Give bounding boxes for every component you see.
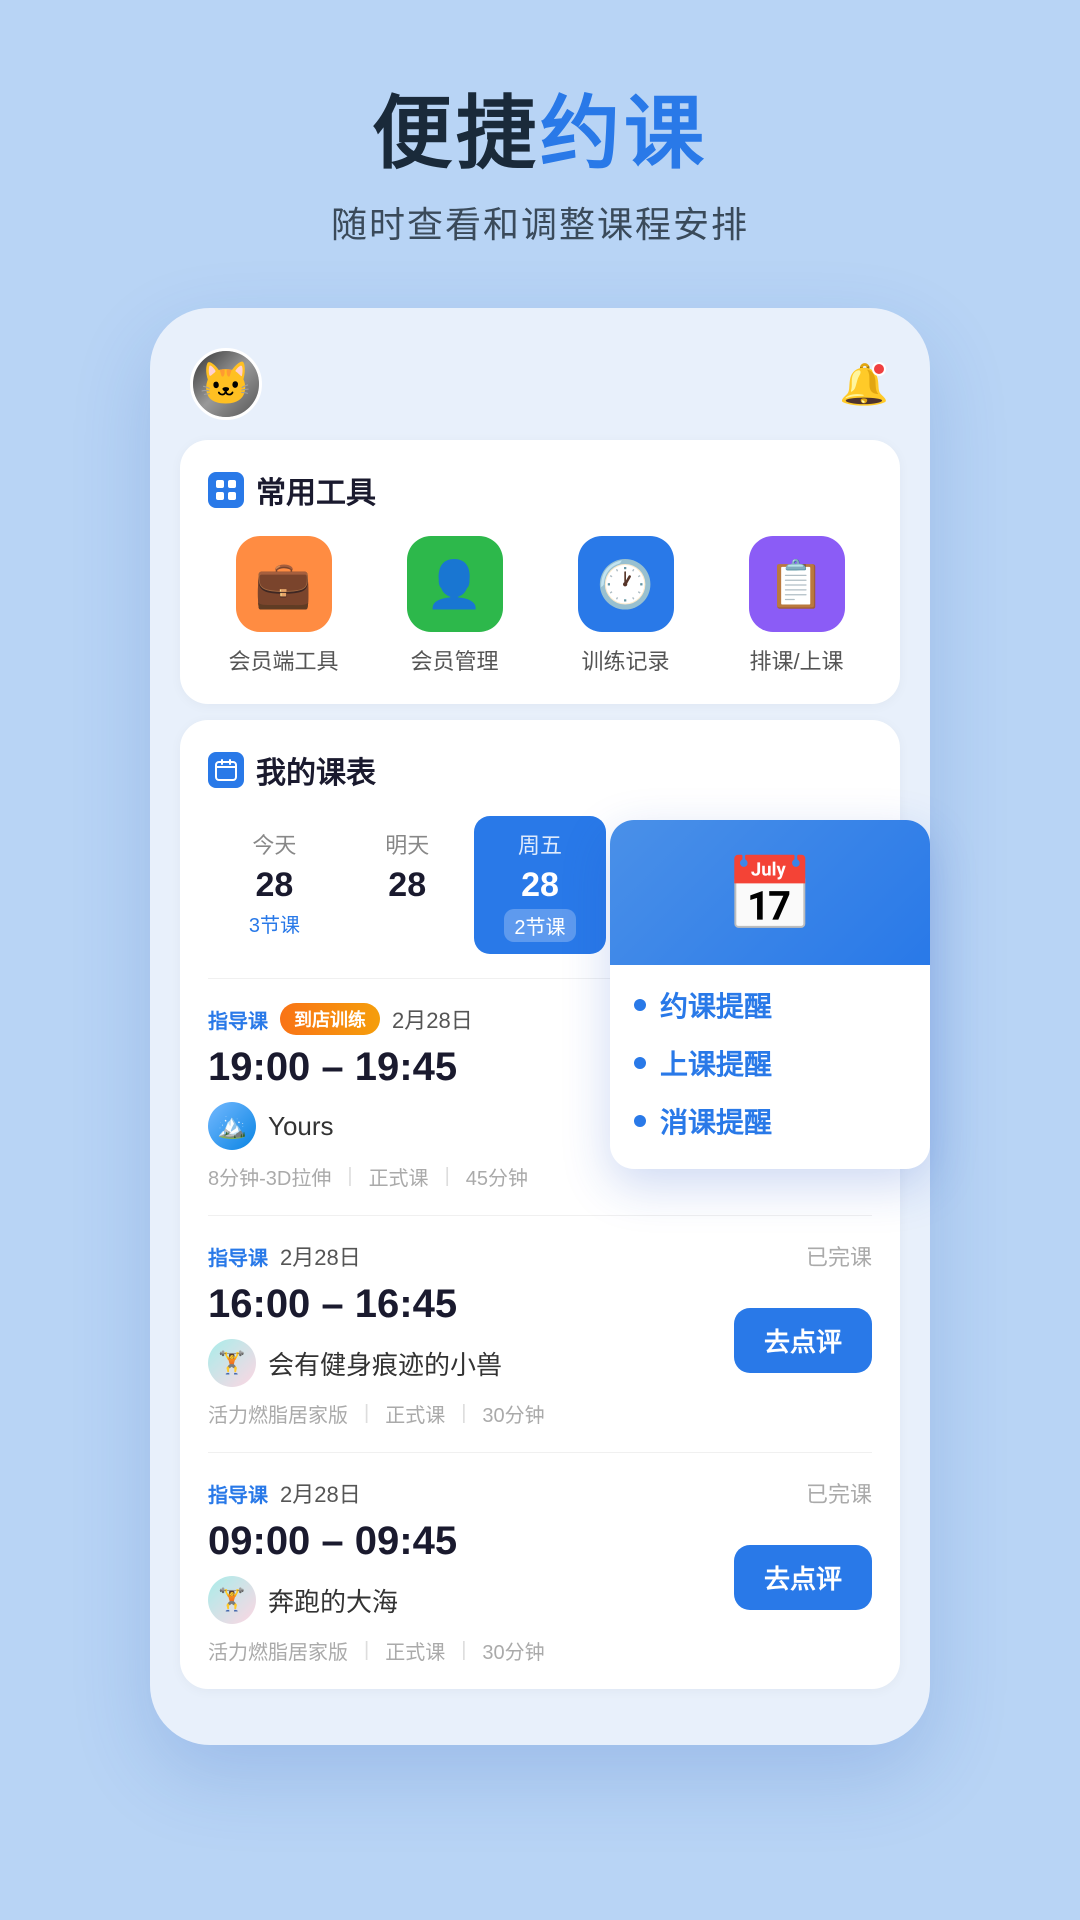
meta3-0: 45分钟 — [466, 1162, 528, 1191]
schedule-title-text: 我的课表 — [256, 748, 376, 792]
popup-item-text-0: 约课提醒 — [660, 985, 772, 1025]
review-button-1[interactable]: 去点评 — [734, 1308, 872, 1373]
lesson-item-1: 指导课 2月28日 已完课 16:00 – 16:45 🏋️ 会有健身痕迹的小兽 — [208, 1215, 872, 1452]
day-number-0: 28 — [214, 866, 335, 905]
trainer-avatar-0: 🏔️ — [208, 1102, 256, 1150]
popup-header: 📅 — [610, 820, 930, 965]
lesson-time-2: 09:00 – 09:45 — [208, 1519, 457, 1564]
popup-body: 约课提醒 上课提醒 消课提醒 — [610, 965, 930, 1169]
avatar-cat-icon — [193, 351, 259, 417]
title-part1: 便捷 — [372, 89, 540, 178]
bell-badge — [872, 362, 886, 376]
schedule-section-title: 我的课表 — [208, 748, 872, 792]
lesson-item-2: 指导课 2月28日 已完课 09:00 – 09:45 🏋️ 奔跑的大海 去点评 — [208, 1452, 872, 1689]
lesson-sub-tag-0: 到店训练 — [280, 1003, 380, 1035]
popup-item-0: 约课提醒 — [634, 985, 906, 1025]
lesson-date-0: 2月28日 — [392, 1003, 473, 1035]
tool-training-record[interactable]: 🕐 训练记录 — [550, 536, 701, 676]
day-item-2[interactable]: 周五 28 2节课 — [474, 816, 607, 954]
lesson-header-row-2: 指导课 2月28日 已完课 — [208, 1477, 872, 1509]
tool-schedule-class[interactable]: 📋 排课/上课 — [721, 536, 872, 676]
lesson-time-1: 16:00 – 16:45 — [208, 1282, 502, 1327]
tools-section-icon — [208, 472, 244, 508]
title-part2: 约课 — [540, 89, 708, 178]
day-number-1: 28 — [347, 866, 468, 905]
meta3-1: 30分钟 — [482, 1399, 544, 1428]
meta2-1: 正式课 — [385, 1399, 445, 1428]
lesson-meta-1: 活力燃脂居家版 | 正式课 | 30分钟 — [208, 1399, 872, 1428]
lesson-status-2: 已完课 — [806, 1477, 872, 1509]
tool-member-tool[interactable]: 💼 会员端工具 — [208, 536, 359, 676]
tool-icon-blue: 🕐 — [578, 536, 674, 632]
popup-calendar-icon: 📅 — [725, 852, 815, 937]
schedule-card: 我的课表 今天 28 3节课 明天 28 周五 28 2节课 — [180, 720, 900, 1689]
day-sessions-0: 3节课 — [214, 909, 335, 938]
tools-grid: 💼 会员端工具 👤 会员管理 🕐 训练记录 📋 排课/上课 — [208, 536, 872, 676]
lesson-header-left-1: 指导课 2月28日 — [208, 1240, 361, 1272]
tool-label-1: 会员管理 — [410, 644, 498, 676]
phone-topbar: 🔔 — [170, 338, 910, 440]
tool-label-2: 训练记录 — [581, 644, 669, 676]
popup-dot-0 — [634, 999, 646, 1011]
day-sessions-2: 2节课 — [504, 909, 575, 942]
trainer-avatar-1: 🏋️ — [208, 1339, 256, 1387]
meta2-0: 正式课 — [369, 1162, 429, 1191]
lesson-tag-guide-2: 指导课 — [208, 1479, 268, 1508]
header-title: 便捷约课 — [331, 90, 749, 178]
popup-dot-2 — [634, 1115, 646, 1127]
header-section: 便捷约课 随时查看和调整课程安排 — [331, 90, 749, 248]
tool-icon-green: 👤 — [407, 536, 503, 632]
trainer-name-0: Yours — [268, 1111, 334, 1142]
avatar[interactable] — [190, 348, 262, 420]
popup-card: 📅 约课提醒 上课提醒 消课提醒 — [610, 820, 930, 1169]
lesson-tag-guide-1: 指导课 — [208, 1242, 268, 1271]
popup-item-text-2: 消课提醒 — [660, 1101, 772, 1141]
day-item-1[interactable]: 明天 28 — [341, 816, 474, 954]
tool-icon-orange: 💼 — [236, 536, 332, 632]
popup-dot-1 — [634, 1057, 646, 1069]
meta1-1: 活力燃脂居家版 — [208, 1399, 348, 1428]
day-item-0[interactable]: 今天 28 3节课 — [208, 816, 341, 954]
day-label-2: 周五 — [480, 828, 601, 860]
meta3-2: 30分钟 — [482, 1636, 544, 1665]
meta1-2: 活力燃脂居家版 — [208, 1636, 348, 1665]
lesson-date-1: 2月28日 — [280, 1240, 361, 1272]
tool-icon-purple: 📋 — [749, 536, 845, 632]
tool-member-manage[interactable]: 👤 会员管理 — [379, 536, 530, 676]
phone-wrapper: 🔔 常用工具 💼 会员端工具 — [150, 308, 930, 1745]
tools-section-title: 常用工具 — [208, 468, 872, 512]
trainer-name-1: 会有健身痕迹的小兽 — [268, 1345, 502, 1382]
popup-item-text-1: 上课提醒 — [660, 1043, 772, 1083]
meta2-2: 正式课 — [385, 1636, 445, 1665]
tool-label-0: 会员端工具 — [228, 644, 338, 676]
popup-item-1: 上课提醒 — [634, 1043, 906, 1083]
phone-frame: 🔔 常用工具 💼 会员端工具 — [150, 308, 930, 1745]
lesson-status-1: 已完课 — [806, 1240, 872, 1272]
lesson-trainer-1: 🏋️ 会有健身痕迹的小兽 — [208, 1339, 502, 1387]
review-button-2[interactable]: 去点评 — [734, 1545, 872, 1610]
day-label-0: 今天 — [214, 828, 335, 860]
lesson-meta-2: 活力燃脂居家版 | 正式课 | 30分钟 — [208, 1636, 872, 1665]
schedule-section-icon — [208, 752, 244, 788]
bell-button[interactable]: 🔔 — [838, 358, 890, 410]
trainer-avatar-2: 🏋️ — [208, 1576, 256, 1624]
tools-card: 常用工具 💼 会员端工具 👤 会员管理 🕐 训练记录 📋 排课/上课 — [180, 440, 900, 704]
day-number-2: 28 — [480, 866, 601, 905]
lesson-trainer-2: 🏋️ 奔跑的大海 — [208, 1576, 457, 1624]
day-label-1: 明天 — [347, 828, 468, 860]
popup-item-2: 消课提醒 — [634, 1101, 906, 1141]
lesson-date-2: 2月28日 — [280, 1477, 361, 1509]
trainer-name-2: 奔跑的大海 — [268, 1582, 398, 1619]
tool-label-3: 排课/上课 — [749, 644, 843, 676]
tools-title-text: 常用工具 — [256, 468, 376, 512]
header-subtitle: 随时查看和调整课程安排 — [331, 196, 749, 248]
lesson-tag-guide-0: 指导课 — [208, 1005, 268, 1034]
lesson-header-row-1: 指导课 2月28日 已完课 — [208, 1240, 872, 1272]
meta1-0: 8分钟-3D拉伸 — [208, 1162, 331, 1191]
